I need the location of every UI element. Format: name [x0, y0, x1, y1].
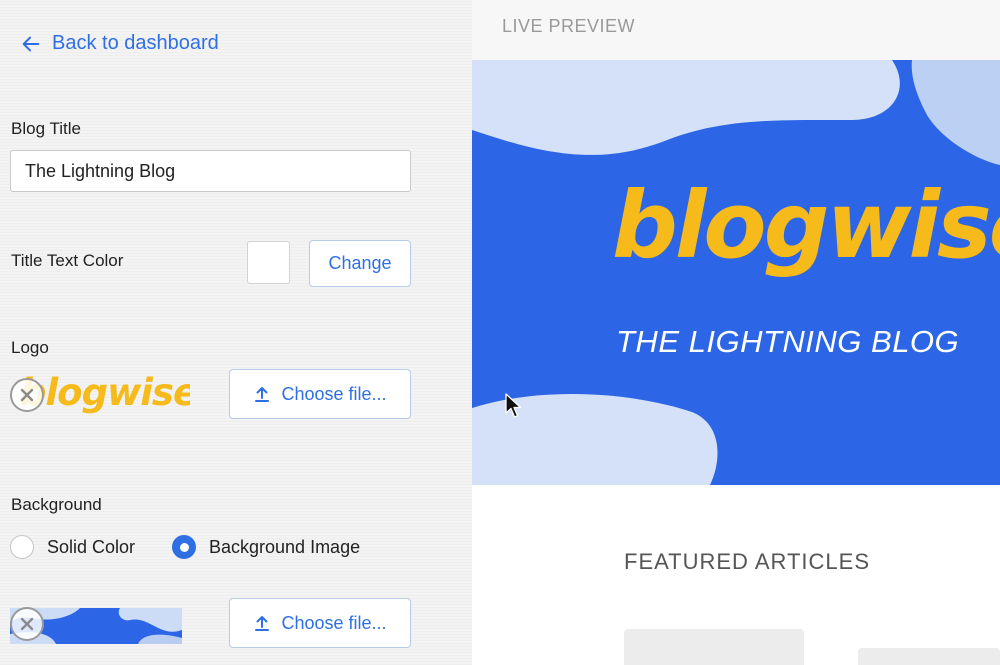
blog-title-input[interactable] — [10, 150, 411, 192]
featured-articles-heading: FEATURED ARTICLES — [624, 549, 871, 574]
remove-logo-button[interactable] — [10, 378, 44, 412]
title-color-swatch[interactable] — [247, 241, 290, 284]
mouse-pointer-icon — [505, 393, 522, 418]
remove-background-button[interactable] — [10, 607, 44, 641]
preview-hero: blogwise THE LIGHTNING BLOG — [472, 60, 1000, 485]
solid-color-radio[interactable] — [10, 535, 34, 559]
logo-label: Logo — [11, 338, 49, 357]
article-card[interactable] — [858, 648, 1000, 665]
choose-logo-file-label: Choose file... — [281, 383, 387, 404]
back-to-dashboard-link[interactable]: Back to dashboard — [20, 32, 219, 55]
change-color-button[interactable]: Change — [309, 240, 411, 287]
preview-blog-title: THE LIGHTNING BLOG — [616, 324, 960, 359]
close-icon — [20, 617, 34, 631]
choose-background-file-label: Choose file... — [281, 612, 387, 633]
blog-title-label: Blog Title — [11, 119, 81, 138]
settings-panel: Back to dashboard Blog Title Title Text … — [0, 0, 472, 665]
live-preview-label: LIVE PREVIEW — [502, 16, 636, 36]
radio-background-image[interactable]: Background Image — [172, 535, 360, 559]
change-color-label: Change — [328, 253, 392, 273]
back-link-label: Back to dashboard — [52, 32, 219, 54]
solid-color-label: Solid Color — [47, 536, 136, 557]
background-label: Background — [11, 495, 102, 514]
upload-icon — [255, 387, 270, 402]
arrow-left-icon — [22, 36, 40, 51]
background-image-label: Background Image — [209, 536, 361, 557]
logo-thumbnail-text: blogwise — [20, 371, 190, 414]
close-icon — [20, 388, 34, 402]
title-text-color-label: Title Text Color — [11, 251, 124, 270]
choose-background-file-button[interactable]: Choose file... — [229, 598, 411, 648]
article-card[interactable] — [624, 629, 804, 665]
choose-logo-file-button[interactable]: Choose file... — [229, 369, 411, 419]
background-image-radio[interactable] — [172, 535, 196, 559]
radio-solid-color[interactable]: Solid Color — [10, 535, 135, 559]
upload-icon — [255, 616, 270, 631]
preview-logo: blogwise — [612, 172, 1000, 279]
preview-content: FEATURED ARTICLES — [472, 485, 1000, 665]
preview-header: LIVE PREVIEW — [472, 0, 1000, 60]
